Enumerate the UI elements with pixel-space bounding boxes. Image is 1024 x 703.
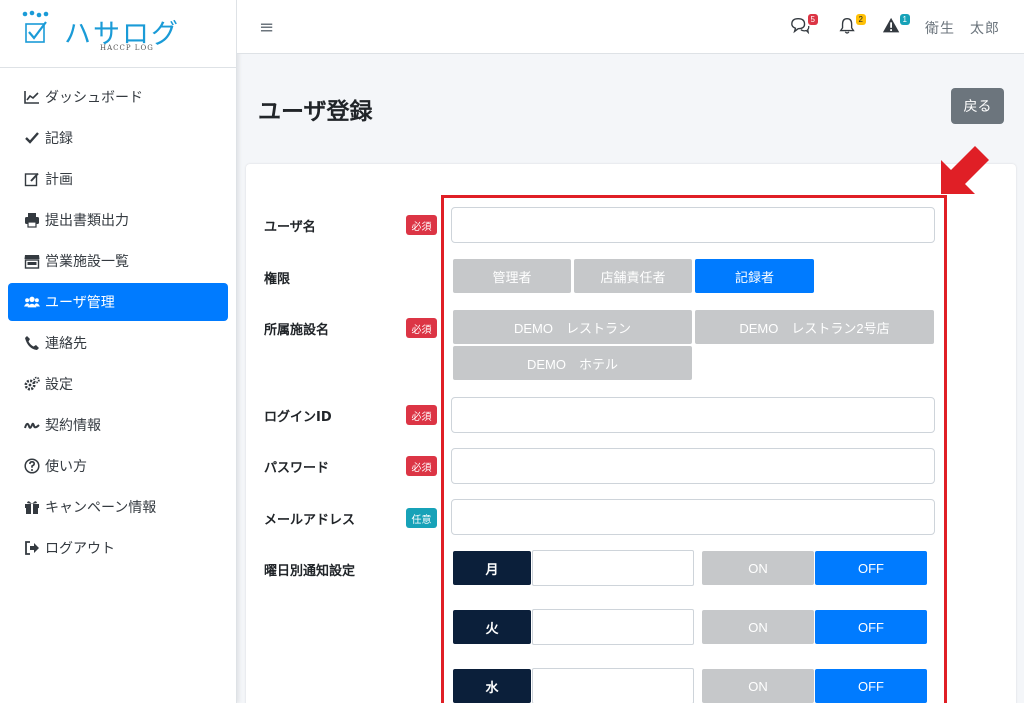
notifications-button[interactable]: 2: [838, 14, 866, 38]
weekday-tuesday-on-button[interactable]: ON: [702, 610, 814, 644]
sidebar-item-plan[interactable]: 計画: [8, 160, 228, 198]
weekday-monday-on-button[interactable]: ON: [702, 551, 814, 585]
username-input[interactable]: [451, 207, 935, 243]
sidebar-item-label: 連絡先: [45, 336, 87, 352]
weekday-wednesday-label: 水: [453, 669, 531, 703]
gift-icon: [23, 499, 41, 515]
store-icon: [23, 253, 41, 269]
username-label: ユーザ名: [264, 220, 316, 235]
sidebar: ハサログ HACCP LOG ダッシュボード 記録 計画 提出書類出力 営業施設…: [0, 0, 237, 703]
required-badge: 必須: [406, 318, 437, 338]
required-badge: 必須: [406, 456, 437, 476]
sidebar-item-label: 営業施設一覧: [45, 254, 129, 270]
weekday-wednesday-off-button[interactable]: OFF: [815, 669, 927, 703]
sign-out-icon: [23, 540, 41, 556]
sidebar-item-help[interactable]: 使い方: [8, 447, 228, 485]
sidebar-item-label: 提出書類出力: [45, 213, 129, 229]
role-recorder-button[interactable]: 記録者: [695, 259, 814, 293]
back-button[interactable]: 戻る: [951, 88, 1004, 124]
facility-label: 所属施設名: [264, 323, 330, 338]
weekday-monday-label: 月: [453, 551, 531, 585]
sidebar-item-documents[interactable]: 提出書類出力: [8, 201, 228, 239]
password-label: パスワード: [264, 461, 330, 476]
page-title: ユーザ登録: [258, 99, 373, 125]
notifications-count-badge: 2: [855, 14, 866, 25]
weekday-wednesday-on-button[interactable]: ON: [702, 669, 814, 703]
weekday-monday-off-button[interactable]: OFF: [815, 551, 927, 585]
email-input[interactable]: [451, 499, 935, 535]
question-circle-icon: [23, 458, 41, 474]
sidebar-item-label: ユーザ管理: [45, 295, 115, 311]
weekday-wednesday-time-input[interactable]: [532, 668, 694, 703]
facility-option-hotel[interactable]: DEMO ホテル: [453, 346, 692, 380]
sidebar-item-logout[interactable]: ログアウト: [8, 529, 228, 567]
sidebar-item-label: 計画: [45, 172, 73, 188]
phone-icon: [23, 335, 41, 351]
users-icon: [23, 294, 41, 310]
role-store-manager-button[interactable]: 店舗責任者: [574, 259, 692, 293]
sidebar-nav: ダッシュボード 記録 計画 提出書類出力 営業施設一覧 ユーザ管理 連絡先 設定…: [0, 68, 236, 567]
logo-subtitle: HACCP LOG: [100, 44, 154, 52]
check-icon: [23, 130, 41, 146]
sidebar-item-label: 使い方: [45, 459, 87, 475]
password-input[interactable]: [451, 448, 935, 484]
sidebar-item-contract[interactable]: 契約情報: [8, 406, 228, 444]
user-menu[interactable]: 衛生 太郎: [925, 18, 1000, 38]
gears-icon: [23, 376, 41, 392]
weekday-monday-time-input[interactable]: [532, 550, 694, 586]
sidebar-item-campaign[interactable]: キャンペーン情報: [8, 488, 228, 526]
topbar: ≡ 5 2 1 衛生 太郎: [237, 0, 1024, 54]
login-id-label: ログインID: [264, 410, 332, 425]
login-id-input[interactable]: [451, 397, 935, 433]
facility-option-restaurant[interactable]: DEMO レストラン: [453, 310, 692, 344]
role-label: 権限: [264, 272, 291, 287]
brand[interactable]: ハサログ HACCP LOG: [0, 0, 236, 68]
messages-button[interactable]: 5: [790, 14, 818, 38]
sidebar-item-records[interactable]: 記録: [8, 119, 228, 157]
sidebar-item-settings[interactable]: 設定: [8, 365, 228, 403]
required-badge: 必須: [406, 215, 437, 235]
required-badge: 必須: [406, 405, 437, 425]
facility-option-restaurant-2[interactable]: DEMO レストラン2号店: [695, 310, 934, 344]
sidebar-item-label: キャンペーン情報: [45, 500, 157, 516]
messages-count-badge: 5: [807, 14, 818, 25]
sidebar-item-label: ダッシュボード: [45, 90, 143, 106]
signature-icon: [23, 417, 41, 433]
weekday-tuesday-label: 火: [453, 610, 531, 644]
email-label: メールアドレス: [264, 513, 356, 528]
alerts-count-badge: 1: [899, 14, 910, 25]
weekday-tuesday-off-button[interactable]: OFF: [815, 610, 927, 644]
alerts-button[interactable]: 1: [882, 14, 910, 38]
logo-icon: [22, 10, 49, 43]
menu-toggle-icon[interactable]: ≡: [259, 17, 274, 38]
sidebar-item-label: 記録: [45, 131, 73, 147]
sidebar-item-label: ログアウト: [45, 541, 115, 557]
weekday-tuesday-time-input[interactable]: [532, 609, 694, 645]
weekday-notification-label: 曜日別通知設定: [264, 564, 356, 579]
sidebar-item-label: 契約情報: [45, 418, 101, 434]
sidebar-item-user-management[interactable]: ユーザ管理: [8, 283, 228, 321]
optional-badge: 任意: [406, 508, 437, 528]
sidebar-item-contacts[interactable]: 連絡先: [8, 324, 228, 362]
sidebar-item-dashboard[interactable]: ダッシュボード: [8, 78, 228, 116]
sidebar-item-label: 設定: [45, 377, 73, 393]
edit-icon: [23, 171, 41, 187]
printer-icon: [23, 212, 41, 228]
sidebar-item-facilities[interactable]: 営業施設一覧: [8, 242, 228, 280]
role-admin-button[interactable]: 管理者: [453, 259, 571, 293]
chart-line-icon: [23, 89, 41, 105]
